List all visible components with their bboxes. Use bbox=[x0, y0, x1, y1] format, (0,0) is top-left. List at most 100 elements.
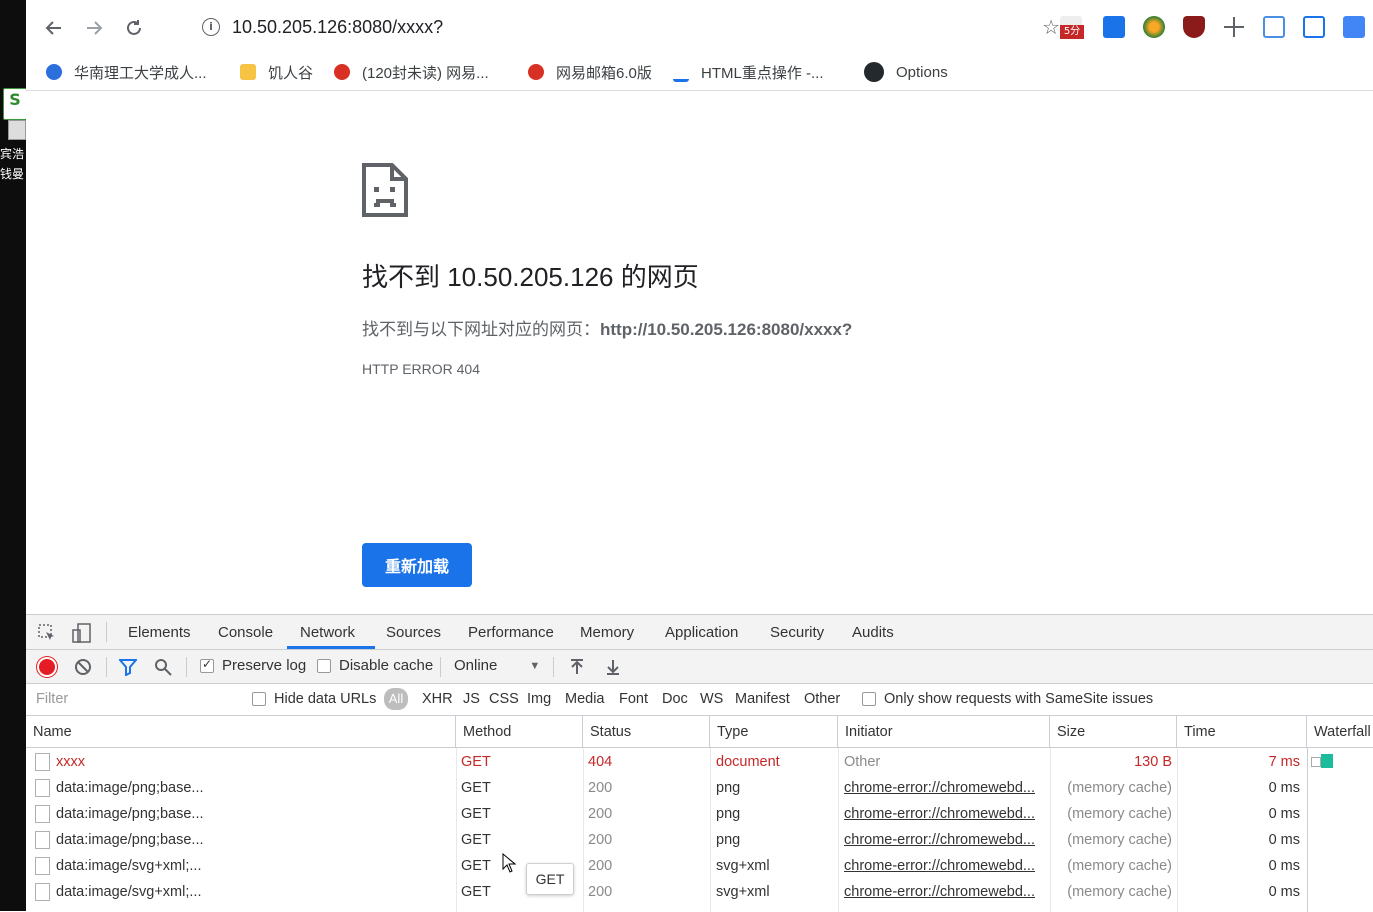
divider bbox=[553, 657, 554, 677]
forward-button[interactable] bbox=[80, 14, 108, 42]
filter-js[interactable]: JS bbox=[463, 691, 480, 707]
column-time[interactable]: Time bbox=[1177, 716, 1307, 748]
tab-console[interactable]: Console bbox=[218, 624, 273, 641]
export-har-icon[interactable] bbox=[605, 658, 621, 676]
filter-input[interactable]: Filter bbox=[36, 691, 68, 707]
request-initiator[interactable]: chrome-error://chromewebd... bbox=[844, 806, 1035, 822]
request-type: png bbox=[716, 832, 741, 848]
filter-css[interactable]: CSS bbox=[489, 691, 519, 707]
netease-mail-icon bbox=[528, 64, 544, 80]
document-app-icon[interactable] bbox=[8, 120, 26, 140]
preserve-log-toggle[interactable]: Preserve log bbox=[200, 657, 306, 674]
tab-application[interactable]: Application bbox=[665, 624, 738, 641]
tab-network[interactable]: Network bbox=[300, 624, 355, 641]
bookmark-item[interactable]: 网易邮箱6.0版 bbox=[528, 60, 652, 84]
tab-security[interactable]: Security bbox=[770, 624, 824, 641]
disable-cache-checkbox[interactable] bbox=[317, 658, 331, 673]
filter-doc[interactable]: Doc bbox=[662, 691, 688, 707]
request-size: (memory cache) bbox=[1067, 884, 1172, 900]
info-icon[interactable]: i bbox=[202, 18, 220, 36]
filter-other[interactable]: Other bbox=[804, 691, 840, 707]
ublock-shield-icon[interactable] bbox=[1183, 16, 1205, 38]
address-bar[interactable]: i 10.50.205.126:8080/xxxx? ☆ bbox=[192, 12, 1072, 44]
extension-globe-icon[interactable] bbox=[1143, 16, 1165, 38]
request-type: svg+xml bbox=[716, 858, 770, 874]
table-row[interactable]: data:image/svg+xml;... GET 200 svg+xml chrom… bbox=[26, 854, 1308, 880]
hide-data-urls-checkbox[interactable] bbox=[252, 692, 266, 706]
preserve-log-checkbox[interactable] bbox=[200, 657, 214, 673]
request-size: (memory cache) bbox=[1067, 780, 1172, 796]
filter-img[interactable]: Img bbox=[527, 691, 551, 707]
extension-pocket-icon[interactable] bbox=[1103, 16, 1125, 38]
extension-tool-icon[interactable] bbox=[1263, 16, 1285, 38]
column-type[interactable]: Type bbox=[710, 716, 838, 748]
request-status: 200 bbox=[588, 832, 613, 848]
bookmark-item[interactable]: Options bbox=[864, 60, 948, 84]
table-row[interactable]: data:image/png;base... GET 200 png chrome-er… bbox=[26, 776, 1308, 802]
tab-memory[interactable]: Memory bbox=[580, 624, 634, 641]
reload-page-button[interactable]: 重新加载 bbox=[362, 543, 472, 587]
extension-timer-icon[interactable]: 5分 bbox=[1060, 16, 1084, 39]
error-description-text: 找不到与以下网址对应的网页： bbox=[362, 320, 600, 339]
table-row[interactable]: data:image/png;base... GET 200 png chrome-er… bbox=[26, 828, 1308, 854]
file-icon bbox=[35, 883, 50, 901]
import-har-icon[interactable] bbox=[569, 658, 585, 676]
bookmark-item[interactable]: 华南理工大学成人... bbox=[46, 60, 207, 84]
filter-font[interactable]: Font bbox=[619, 691, 648, 707]
translate-icon[interactable] bbox=[1343, 16, 1365, 38]
request-initiator[interactable]: chrome-error://chromewebd... bbox=[844, 858, 1035, 874]
column-name[interactable]: Name bbox=[26, 716, 456, 748]
filter-manifest[interactable]: Manifest bbox=[735, 691, 790, 707]
throttling-value: Online bbox=[454, 657, 498, 674]
back-button[interactable] bbox=[40, 14, 68, 42]
filter-icon[interactable] bbox=[119, 658, 137, 676]
request-status: 200 bbox=[588, 780, 613, 796]
table-row[interactable]: data:image/png;base... GET 200 png chrome-er… bbox=[26, 802, 1308, 828]
filter-ws[interactable]: WS bbox=[700, 691, 723, 707]
column-waterfall[interactable]: Waterfall bbox=[1307, 716, 1373, 748]
column-initiator[interactable]: Initiator bbox=[838, 716, 1050, 748]
browser-toolbar: i 10.50.205.126:8080/xxxx? ☆ 5分 bbox=[26, 0, 1373, 54]
throttling-select[interactable]: Online ▼ bbox=[454, 657, 540, 674]
bookmark-star-icon[interactable]: ☆ bbox=[1042, 15, 1060, 39]
file-icon bbox=[35, 857, 50, 875]
filter-xhr[interactable]: XHR bbox=[422, 691, 453, 707]
reload-button[interactable] bbox=[120, 14, 148, 42]
move-cross-icon[interactable] bbox=[1223, 16, 1245, 38]
table-row[interactable]: xxxx GET 404 document Other 130 B 7 ms bbox=[26, 750, 1308, 776]
column-method[interactable]: Method bbox=[456, 716, 583, 748]
filter-all-button[interactable]: All bbox=[384, 688, 408, 710]
disable-cache-toggle[interactable]: Disable cache bbox=[317, 657, 433, 674]
table-row[interactable]: data:image/svg+xml;... GET 200 svg+xml chrom… bbox=[26, 880, 1308, 906]
tab-sources[interactable]: Sources bbox=[386, 624, 441, 641]
request-method: GET bbox=[461, 780, 491, 796]
request-name: data:image/svg+xml;... bbox=[56, 884, 202, 900]
request-initiator[interactable]: chrome-error://chromewebd... bbox=[844, 884, 1035, 900]
request-initiator[interactable]: chrome-error://chromewebd... bbox=[844, 780, 1035, 796]
bookmark-item[interactable]: HTML重点操作 -... bbox=[673, 60, 824, 84]
tab-audits[interactable]: Audits bbox=[852, 624, 894, 641]
tab-elements[interactable]: Elements bbox=[128, 624, 191, 641]
column-size[interactable]: Size bbox=[1050, 716, 1177, 748]
tab-performance[interactable]: Performance bbox=[468, 624, 554, 641]
record-icon[interactable] bbox=[39, 659, 55, 675]
extension-share-icon[interactable] bbox=[1303, 16, 1325, 38]
request-initiator[interactable]: chrome-error://chromewebd... bbox=[844, 832, 1035, 848]
device-toolbar-icon[interactable] bbox=[72, 623, 92, 643]
spreadsheet-app-icon[interactable]: S bbox=[3, 88, 27, 120]
bookmark-item[interactable]: 饥人谷 bbox=[240, 60, 313, 84]
devtools-panel: Elements Console Network Sources Perform… bbox=[26, 614, 1373, 912]
network-requests-table: Name Method Status Type Initiator Size T… bbox=[26, 716, 1373, 912]
error-page: 找不到 10.50.205.126 的网页 找不到与以下网址对应的网页：http… bbox=[26, 91, 1373, 614]
samesite-checkbox[interactable] bbox=[862, 692, 876, 706]
column-status[interactable]: Status bbox=[583, 716, 710, 748]
search-icon[interactable] bbox=[154, 658, 172, 676]
url-text[interactable]: 10.50.205.126:8080/xxxx? bbox=[232, 17, 443, 38]
filter-media[interactable]: Media bbox=[565, 691, 605, 707]
desktop-caption: 宾浩 bbox=[0, 147, 25, 161]
hide-data-urls-toggle[interactable]: Hide data URLs bbox=[252, 691, 376, 707]
bookmark-item[interactable]: (120封未读) 网易... bbox=[334, 60, 489, 84]
samesite-toggle[interactable]: Only show requests with SameSite issues bbox=[862, 691, 1153, 707]
inspect-element-icon[interactable] bbox=[38, 624, 56, 642]
clear-icon[interactable] bbox=[74, 658, 92, 676]
